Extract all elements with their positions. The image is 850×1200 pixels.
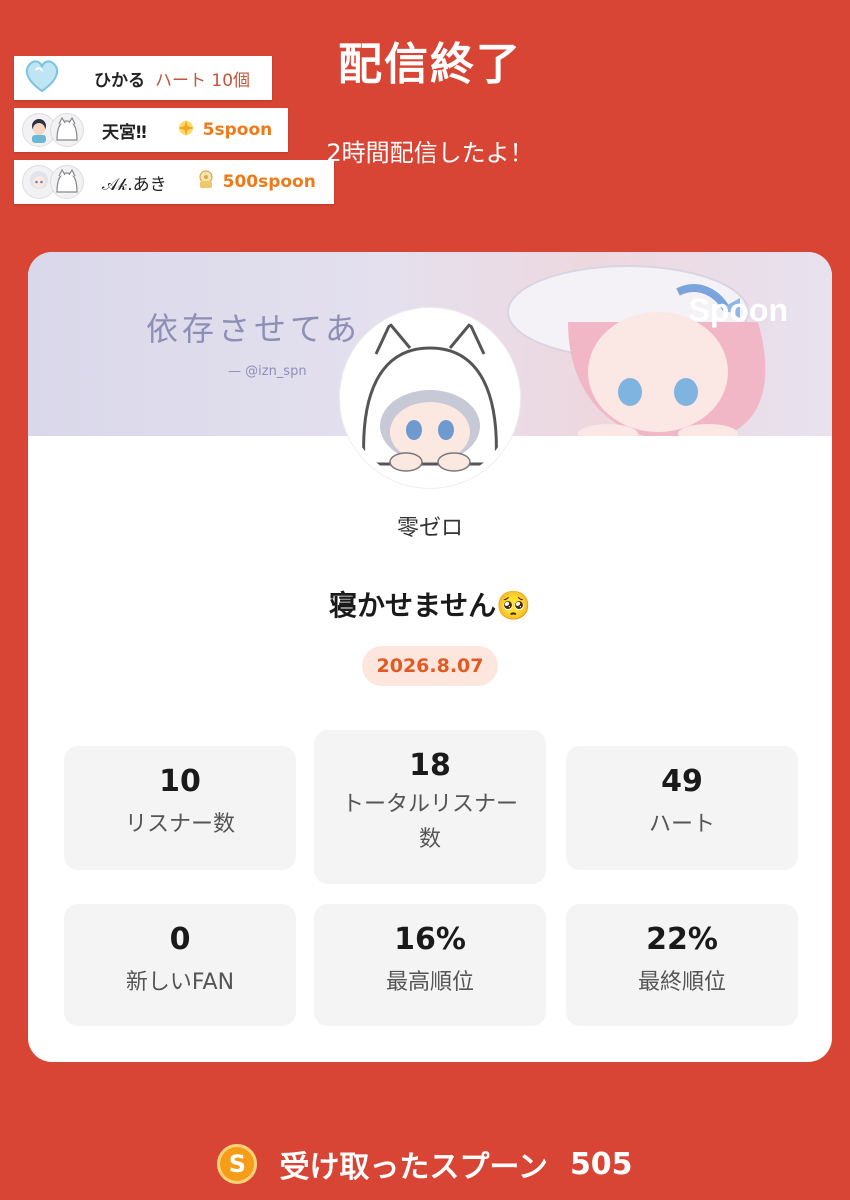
live-summary-card: 依存させてあ — @izn_spn Spoon 零ゼロ 寝かせません🥺 2026… <box>28 252 832 1062</box>
gift-notification: ひかる ハート 10個 <box>14 56 272 100</box>
profile-avatar[interactable] <box>340 308 520 488</box>
stat-new-fans: 0 新しいFAN <box>64 904 296 1026</box>
blue-heart-icon <box>22 58 62 99</box>
stat-value: 18 <box>409 748 451 783</box>
spoon-gift-icon <box>195 169 217 196</box>
received-spoons-count: 505 <box>569 1146 633 1182</box>
avatar-pair <box>22 165 84 199</box>
spoon-gift: 500spoon <box>195 169 316 196</box>
stat-value: 16% <box>394 922 466 957</box>
stat-label: 最終順位 <box>637 970 726 995</box>
stat-total-listeners: 18 トータルリスナー数 <box>314 730 546 884</box>
gift-amount: ハート 10個 <box>155 70 251 91</box>
gifter-name: ひかる <box>94 70 145 91</box>
username: 零ゼロ <box>396 516 463 541</box>
live-title: 寝かせません🥺 <box>328 589 532 622</box>
date-badge: 2026.8.07 <box>362 646 498 686</box>
avatar <box>50 113 84 147</box>
gifter-name: 𝒜𝓀.あき <box>102 174 167 195</box>
stat-value: 22% <box>646 922 718 957</box>
stat-value: 49 <box>661 764 703 799</box>
stat-label: ハート <box>648 812 715 837</box>
stat-hearts: 49 ハート <box>566 746 798 870</box>
stat-listeners: 10 リスナー数 <box>64 746 296 870</box>
avatar-pair <box>22 113 84 147</box>
stat-label: 新しいFAN <box>125 970 235 995</box>
gifter-name: 天宮‼︎ <box>102 122 147 143</box>
stat-highest-rank: 16% 最高順位 <box>314 904 546 1026</box>
avatar <box>50 165 84 199</box>
received-spoons-label: 受け取ったスプーン <box>279 1150 548 1185</box>
received-spoons: S 受け取ったスプーン 505 <box>0 1142 850 1186</box>
gift-notification: 𝒜𝓀.あき 500spoon <box>14 160 334 204</box>
stat-value: 10 <box>159 764 201 799</box>
stat-label: 最高順位 <box>385 970 474 995</box>
gift-notification: 天宮‼︎ 5spoon <box>14 108 288 152</box>
stat-final-rank: 22% 最終順位 <box>566 904 798 1026</box>
spoon-gift: 5spoon <box>175 117 273 144</box>
gift-amount: 500spoon <box>222 172 316 192</box>
gift-amount: 5spoon <box>202 120 273 140</box>
stat-label: リスナー数 <box>124 812 235 837</box>
spoon-coin-icon: S <box>217 1144 258 1184</box>
stat-value: 0 <box>169 922 191 957</box>
spoon-logo: Spoon <box>688 292 788 328</box>
spoon-gift-icon <box>175 117 197 144</box>
banner-text: 依存させてあ <box>146 310 362 348</box>
stat-label: トータルリスナー数 <box>341 792 518 853</box>
banner-handle: — @izn_spn <box>228 364 307 379</box>
